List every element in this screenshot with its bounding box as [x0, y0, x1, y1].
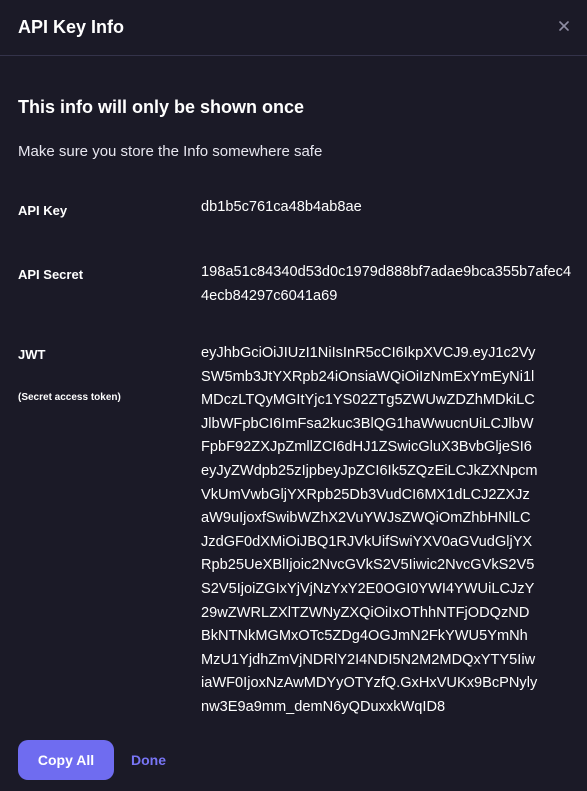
notice-subtext: Make sure you store the Info somewhere s… — [18, 143, 323, 160]
api-secret-value: 198a51c84340d53d0c1979d888bf7adae9bca355… — [201, 264, 572, 304]
dialog-title: API Key Info — [18, 17, 125, 37]
api-key-value: db1b5c761ca48b4ab8ae — [201, 199, 362, 215]
jwt-line: 29wZWRLZXlTZWNyZXQiOiIxOThhNTFjODQzND — [201, 604, 530, 621]
api-key-info-dialog: API Key Info This info will only be show… — [0, 0, 587, 791]
close-button[interactable] — [555, 17, 573, 35]
jwt-line: Rpb25UeXBlIjoic2NvcGVkS2V5Iiwic2NvcGVkS2… — [201, 557, 535, 574]
api-key-label: API Key — [18, 203, 68, 218]
jwt-line: VkUmVwbGljYXRpb25Db3VudCI6MX1dLCJ2ZXJz — [201, 486, 530, 503]
close-icon — [559, 21, 569, 31]
jwt-line: S2V5IjoiZGIxYjVjNzYxY2E0OGI0YWI4YWUiLCJz… — [201, 580, 535, 597]
dialog-header: API Key Info — [0, 0, 587, 56]
api-secret-label: API Secret — [18, 267, 84, 282]
jwt-value: eyJhbGciOiJIUzI1NiIsInR5cCI6IkpXVCJ9.eyJ… — [201, 342, 573, 720]
jwt-line: eyJhbGciOiJIUzI1NiIsInR5cCI6IkpXVCJ9.eyJ… — [201, 345, 536, 361]
jwt-line: JlbWFpbCI6ImFsa2kuc3BlQG1haWwucnUiLCJlbW — [201, 415, 534, 432]
jwt-line: BkNTNkMGMxOTc5ZDg4OGJmN2FkYWU5YmNh — [201, 628, 528, 645]
jwt-line: JzdGF0dXMiOiJBQ1RJVkUifSwiYXV0aGVudGljYX — [201, 533, 533, 550]
jwt-sublabel: (Secret access token) — [18, 392, 121, 403]
jwt-line: eyJyZWdpb25zIjpbeyJpZCI6Ik5ZQzEiLCJkZXNp… — [201, 462, 538, 479]
jwt-line: MzU1YjdhZmVjNDRlY2I4NDI5N2M2MDQxYTY5Iiw — [201, 651, 536, 668]
jwt-line: FpbF92ZXJpZmllZCI6dHJ1ZSwicGluX3BvbGljeS… — [201, 439, 532, 456]
done-button[interactable]: Done — [128, 740, 169, 780]
jwt-line: aW9uIjoxfSwibWZhX2VuYWJsZWQiOmZhbHNlLC — [201, 510, 531, 527]
jwt-line: nw3E9a9mm_demN6yQDuxxkWqID8 — [201, 698, 446, 715]
jwt-line: iaWF0IjoxNzAwMDYyOTYzfQ.GxHxVUKx9BcPNyly — [201, 675, 538, 692]
notice-heading: This info will only be shown once — [18, 97, 305, 117]
copy-all-button[interactable]: Copy All — [18, 740, 114, 780]
jwt-line: SW5mb3JtYXRpb24iOnsiaWQiOiIzNmExYmEyNi1l — [201, 368, 535, 385]
jwt-line: MDczLTQyMGItYjc1YS02ZTg5ZWUwZDZhMDkiLC — [201, 392, 535, 409]
jwt-label: JWT — [18, 347, 46, 362]
